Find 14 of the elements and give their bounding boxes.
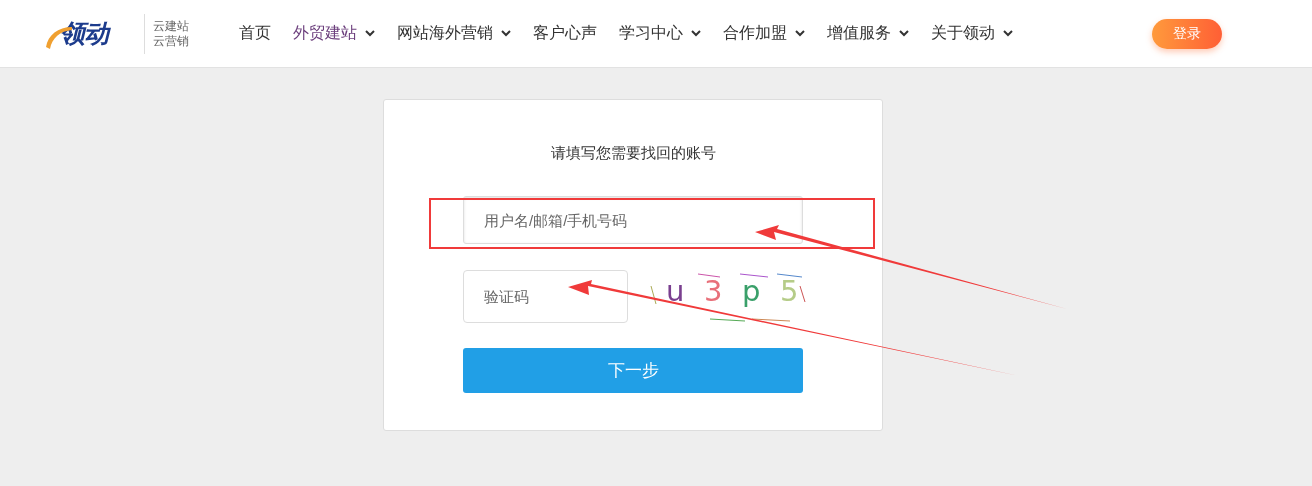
nav-link[interactable]: 网站海外营销 bbox=[397, 23, 511, 44]
captcha-field[interactable]: 验证码 bbox=[463, 270, 628, 323]
nav-link[interactable]: 关于领动 bbox=[931, 23, 1013, 44]
nav-link[interactable]: 外贸建站 bbox=[293, 23, 375, 44]
nav-link[interactable]: 合作加盟 bbox=[723, 23, 805, 44]
nav-link[interactable]: 客户心声 bbox=[533, 23, 597, 44]
nav-link[interactable]: 学习中心 bbox=[619, 23, 701, 44]
form-title: 请填写您需要找回的账号 bbox=[550, 144, 716, 163]
captcha-image[interactable]: u 3 p 5 bbox=[650, 271, 806, 322]
logo-tagline: 云建站 bbox=[153, 18, 189, 34]
nav-link[interactable]: 首页 bbox=[239, 23, 271, 44]
logo-tagline: 云营销 bbox=[153, 33, 189, 49]
account-field[interactable]: 用户名/邮箱/手机号码 bbox=[463, 196, 803, 244]
nav-link[interactable]: 增值服务 bbox=[827, 23, 909, 44]
